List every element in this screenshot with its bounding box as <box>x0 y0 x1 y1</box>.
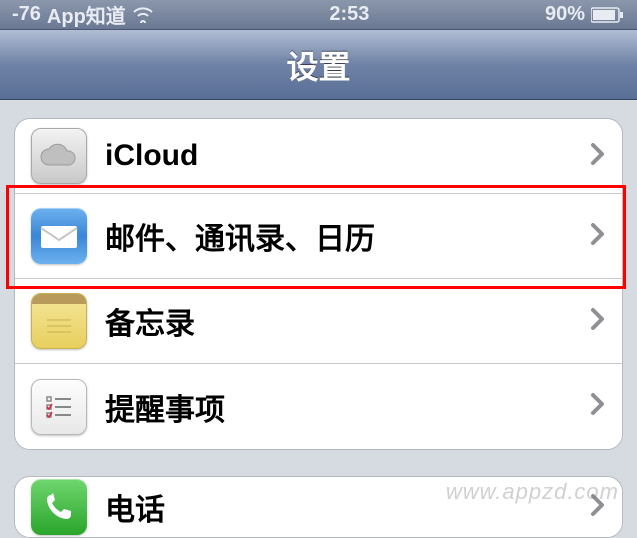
row-mail-contacts-calendars[interactable]: 邮件、通讯录、日历 <box>15 194 622 279</box>
row-icloud[interactable]: iCloud <box>15 119 622 194</box>
row-notes[interactable]: 备忘录 <box>15 279 622 364</box>
row-label: iCloud <box>105 139 590 173</box>
nav-bar: 设置 <box>0 30 637 100</box>
reminders-icon <box>31 379 87 435</box>
status-left: -76 App知道 <box>12 0 154 29</box>
row-label: 邮件、通讯录、日历 <box>105 214 590 258</box>
phone-icon <box>31 479 87 535</box>
row-reminders[interactable]: 提醒事项 <box>15 364 622 449</box>
chevron-right-icon <box>590 142 606 171</box>
chevron-right-icon <box>590 222 606 251</box>
row-label: 备忘录 <box>105 299 590 343</box>
row-phone[interactable]: 电话 <box>15 477 622 537</box>
settings-list: iCloud 邮件、通讯录、日历 备忘录 <box>0 100 637 538</box>
row-label: 提醒事项 <box>105 385 590 429</box>
chevron-right-icon <box>590 493 606 522</box>
wifi-icon <box>132 7 154 23</box>
battery-percent: 90% <box>545 3 585 26</box>
mail-icon <box>31 208 87 264</box>
page-title: 设置 <box>286 42 350 88</box>
group-phone: 电话 <box>14 476 623 538</box>
group-accounts: iCloud 邮件、通讯录、日历 备忘录 <box>14 118 623 450</box>
battery-icon <box>591 7 625 23</box>
chevron-right-icon <box>590 392 606 421</box>
notes-icon <box>31 293 87 349</box>
carrier-name: App知道 <box>47 0 126 29</box>
row-label: 电话 <box>105 485 590 529</box>
status-bar: -76 App知道 2:53 90% <box>0 0 637 30</box>
icloud-icon <box>31 128 87 184</box>
signal-strength: -76 <box>12 3 41 26</box>
status-time: 2:53 <box>329 3 369 26</box>
chevron-right-icon <box>590 307 606 336</box>
status-right: 90% <box>545 3 625 26</box>
